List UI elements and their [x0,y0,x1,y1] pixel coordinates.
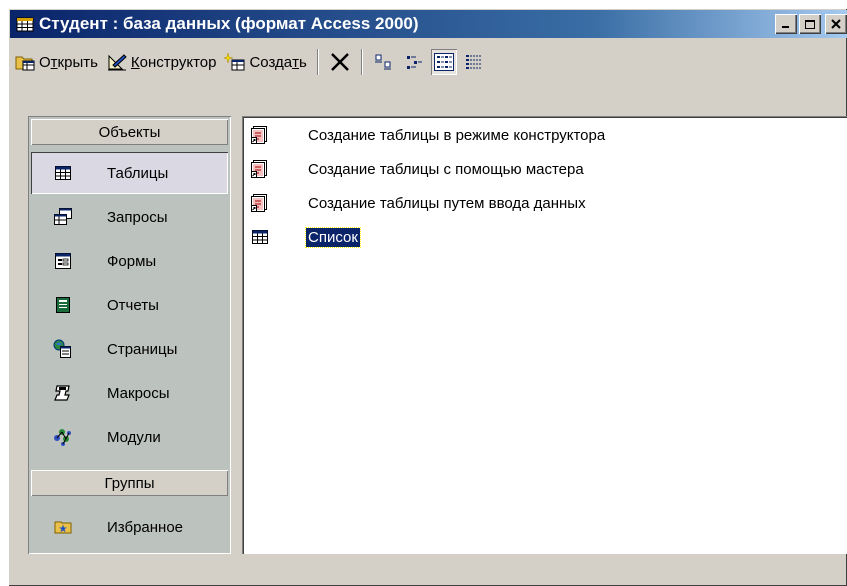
list-item[interactable]: Создание таблицы в режиме конструктора [250,120,607,150]
sidebar-item-favorites[interactable]: Избранное [31,506,228,548]
create-label-accel: т [292,53,299,71]
sidebar-item-label: Модули [107,428,161,446]
design-label-rest: онструктор [139,53,217,71]
toolbar-separator [316,49,319,75]
sidebar-item-label: Формы [107,252,157,270]
sidebar-item-label: Страницы [107,340,178,358]
create-label-main: Созда [249,53,293,71]
close-button[interactable] [825,14,847,34]
list-item[interactable]: Создание таблицы путем ввода данных [250,188,588,218]
minimize-button[interactable] [775,14,797,34]
window-controls [775,14,847,34]
minimize-icon [782,26,789,28]
sidebar-item-label: Макросы [107,384,170,402]
toolbar: От крыть Конструктор Созда т ь [10,44,847,80]
list-item-label: Создание таблицы в режиме конструктора [308,126,606,144]
details-view-button[interactable] [461,49,487,75]
list-item[interactable]: Создание таблицы с помощью мастера [250,154,586,184]
create-button[interactable]: Созда т ь [220,47,310,77]
sidebar-item-label: Отчеты [107,296,159,314]
open-label-rest: крыть [57,53,98,71]
sidebar-item-reports[interactable]: Отчеты [31,284,228,326]
objects-header-label: Объекты [98,123,161,141]
form-icon [53,251,73,271]
design-label-accel: К [130,53,140,71]
maximize-icon [805,19,815,29]
query-icon [53,207,73,227]
table-icon [53,163,73,183]
details-view-icon [465,55,482,69]
shortcut-icon [250,124,270,146]
object-list: Создание таблицы в режиме конструктора С… [242,116,847,554]
delete-button[interactable] [327,49,353,75]
large-icons-button[interactable] [371,49,397,75]
objects-header-button[interactable]: Объекты [31,119,228,145]
sidebar-item-label: Таблицы [107,164,169,182]
groups-header-label: Группы [104,474,155,492]
groups-header-button[interactable]: Группы [31,470,228,496]
shortcut-icon [250,158,270,180]
list-view-button[interactable] [430,49,457,75]
open-icon [14,52,36,72]
database-icon [16,16,34,32]
open-label-prefix: О [39,53,51,71]
list-view-icon [433,53,454,71]
sidebar-item-queries[interactable]: Запросы [31,196,228,238]
list-item-label: Создание таблицы путем ввода данных [308,194,586,212]
list-item-label: Список [305,226,361,248]
shortcut-icon [250,192,270,214]
page-icon [53,339,73,359]
sidebar-item-tables[interactable]: Таблицы [31,152,228,194]
list-item-label: Создание таблицы с помощью мастера [308,160,584,178]
sidebar-item-label: Избранное [107,518,184,536]
sidebar-item-pages[interactable]: Страницы [31,328,228,370]
title-bar[interactable]: Студент : база данных (формат Access 200… [10,10,847,38]
sidebar-item-label: Запросы [107,208,168,226]
create-label-end: ь [299,53,307,71]
sidebar-item-macros[interactable]: Макросы [31,372,228,414]
toolbar-separator [360,49,363,75]
sidebar-item-modules[interactable]: Модули [31,416,228,458]
module-icon [53,427,73,447]
report-icon [53,295,73,315]
window-title: Студент : база данных (формат Access 200… [39,14,419,33]
database-window: Студент : база данных (формат Access 200… [8,8,847,586]
design-button[interactable]: Конструктор [102,47,221,77]
open-button[interactable]: От крыть [10,47,102,77]
sidebar-item-forms[interactable]: Формы [31,240,228,282]
design-icon [106,52,128,72]
small-icons-icon [406,56,422,69]
maximize-button[interactable] [799,14,821,34]
favorites-icon [53,517,73,537]
macro-icon [53,383,73,403]
list-item-selected[interactable]: Список [250,222,361,252]
small-icons-button[interactable] [401,49,427,75]
table-icon [250,226,270,248]
create-icon [224,52,246,72]
delete-icon [330,53,349,71]
close-icon [831,19,841,29]
large-icons-icon [374,54,391,70]
objects-bar: Объекты Таблицы Запросы Формы Отчеты Стр… [28,116,231,554]
open-label-accel: т [50,53,58,71]
